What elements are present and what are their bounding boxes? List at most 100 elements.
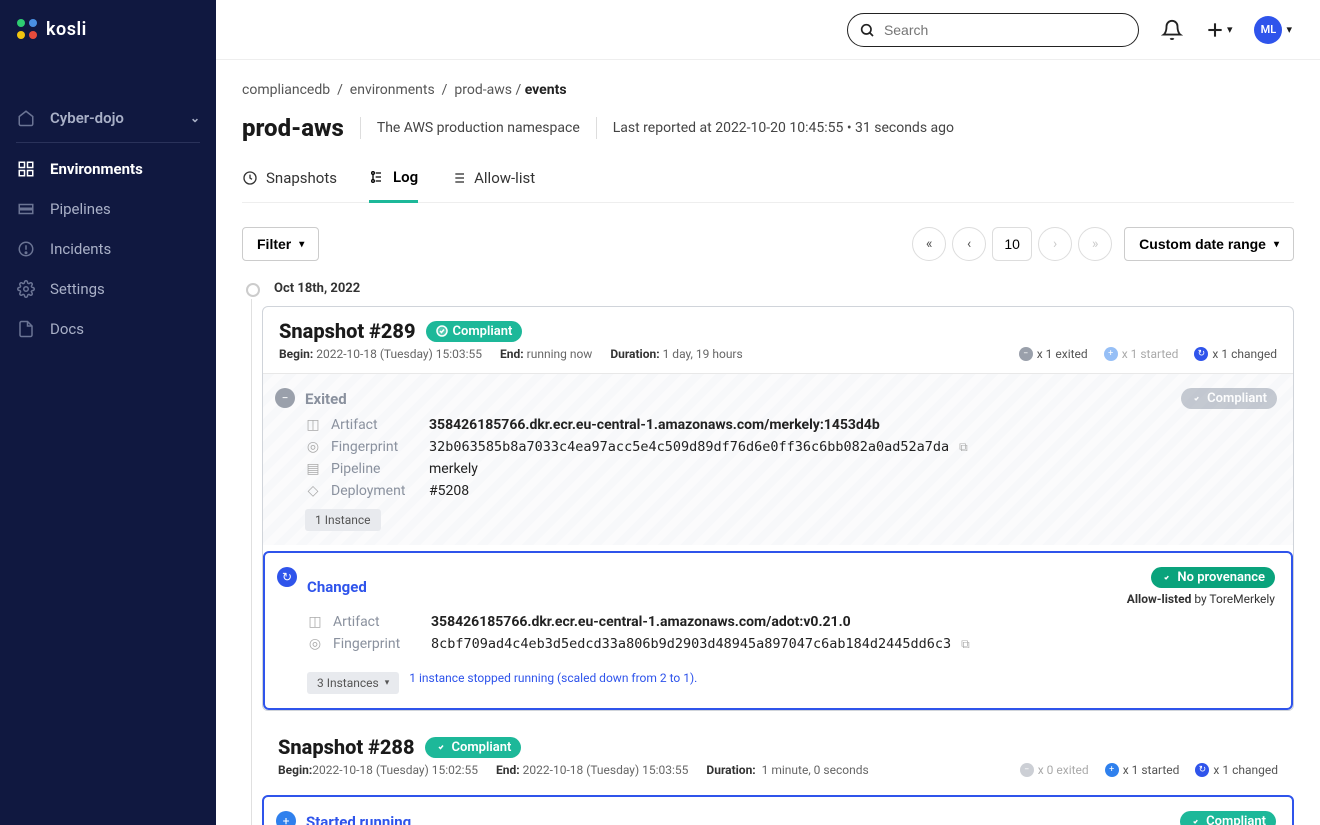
pipeline-icon: ▤ [305, 461, 321, 477]
filter-label: Filter [257, 236, 291, 252]
artifact-link[interactable]: 358426185766.dkr.ecr.eu-central-1.amazon… [429, 417, 880, 433]
stat-changed: ↻x 1 changed [1194, 347, 1277, 361]
change-icon: ↻ [1195, 763, 1209, 777]
tab-label: Snapshots [266, 169, 337, 187]
gear-icon [16, 279, 36, 299]
clock-icon [242, 170, 258, 186]
instance-note: 1 instance stopped running (scaled down … [409, 671, 697, 685]
tab-label: Log [393, 168, 418, 186]
sidebar-item-settings[interactable]: Settings [0, 269, 216, 309]
topbar: ▾ ML ▾ [216, 0, 1320, 60]
status-badge: Compliant [425, 737, 522, 758]
pipeline-icon [16, 199, 36, 219]
event-started: + Started running Compliant ◫Art [262, 795, 1294, 825]
fingerprint-value: 8cbf709ad4c4eb3d5edcd33a806b9d2903d48945… [431, 636, 951, 652]
sidebar-item-docs[interactable]: Docs [0, 309, 216, 349]
pager: « ‹ › » [912, 227, 1112, 261]
copy-button[interactable]: ⧉ [961, 637, 970, 652]
breadcrumb-env[interactable]: prod-aws [454, 82, 512, 98]
document-icon [16, 319, 36, 339]
sidebar-item-label: Docs [50, 320, 84, 338]
plus-icon: + [1104, 347, 1118, 361]
check-icon [435, 741, 447, 753]
snapshot-title[interactable]: Snapshot #289 [279, 319, 416, 343]
search-input[interactable] [847, 13, 1139, 47]
page-number-input[interactable] [992, 227, 1032, 261]
main-area: ▾ ML ▾ compliancedb / environments / pro… [216, 0, 1320, 825]
snapshot-title[interactable]: Snapshot #288 [278, 735, 415, 759]
sidebar-item-label: Incidents [50, 240, 111, 258]
page-prev-button[interactable]: ‹ [952, 227, 986, 261]
pipeline-link[interactable]: merkely [429, 461, 478, 477]
page-description: The AWS production namespace [377, 120, 580, 136]
minus-icon: − [1020, 763, 1034, 777]
breadcrumb-section[interactable]: environments [350, 82, 435, 98]
last-reported: Last reported at 2022-10-20 10:45:55 • 3… [613, 120, 954, 136]
workspace-switcher[interactable]: Cyber-dojo ⌄ [16, 98, 200, 143]
brand-name: kosli [46, 19, 87, 40]
tab-log[interactable]: Log [369, 160, 418, 203]
event-changed: ↻ Changed No provenance Allow-listed by … [263, 551, 1293, 710]
list-icon [450, 170, 466, 186]
stat-started: +x 1 started [1105, 763, 1180, 777]
tag-icon: ◇ [305, 483, 321, 499]
divider [360, 117, 361, 139]
sidebar-item-label: Environments [50, 160, 143, 178]
search-icon [859, 22, 875, 38]
sidebar-item-pipelines[interactable]: Pipelines [0, 189, 216, 229]
status-badge: Compliant [1180, 811, 1276, 825]
tab-label: Allow-list [474, 169, 535, 187]
notifications-button[interactable] [1161, 19, 1183, 41]
stat-started: +x 1 started [1104, 347, 1179, 361]
status-badge: No provenance [1151, 567, 1275, 588]
timeline: Oct 18th, 2022 Snapshot #289 Compliant B [242, 281, 1294, 825]
change-icon: ↻ [1194, 347, 1208, 361]
artifact-link[interactable]: 358426185766.dkr.ecr.eu-central-1.amazon… [431, 614, 851, 630]
event-title: Exited [305, 390, 347, 408]
sidebar-item-label: Settings [50, 280, 105, 298]
workspace-name: Cyber-dojo [50, 109, 124, 127]
check-icon [436, 325, 448, 337]
chevron-down-icon: ▾ [299, 239, 304, 250]
fingerprint-icon: ◎ [305, 439, 321, 455]
grid-icon [16, 159, 36, 179]
page-first-button[interactable]: « [912, 227, 946, 261]
snapshot-header: Snapshot #288 Compliant Begin:2022-10-18… [262, 723, 1294, 789]
filter-button[interactable]: Filter ▾ [242, 227, 319, 261]
plus-icon: + [1105, 763, 1119, 777]
fingerprint-value: 32b063585b8a7033c4ea97acc5e4c509d89df76d… [429, 439, 949, 455]
add-button[interactable]: ▾ [1205, 20, 1233, 40]
page-title: prod-aws [242, 114, 344, 142]
instance-count-dropdown[interactable]: 3 Instances [307, 672, 399, 694]
daterange-button[interactable]: Custom date range ▾ [1124, 227, 1294, 261]
snapshot-header: Snapshot #289 Compliant Begin: 2022-10-1… [263, 307, 1293, 373]
user-menu[interactable]: ML ▾ [1254, 16, 1292, 44]
event-title: Started running [306, 813, 411, 825]
breadcrumb: compliancedb / environments / prod-aws /… [242, 82, 1294, 98]
page-last-button[interactable]: » [1078, 227, 1112, 261]
fingerprint-icon: ◎ [307, 636, 323, 652]
breadcrumb-org[interactable]: compliancedb [242, 82, 330, 98]
copy-button[interactable]: ⧉ [959, 440, 968, 455]
search-box [847, 13, 1139, 47]
alert-icon [16, 239, 36, 259]
tab-snapshots[interactable]: Snapshots [242, 160, 337, 202]
chevron-down-icon: ▾ [1286, 23, 1292, 36]
minus-icon: − [1019, 347, 1033, 361]
stat-changed: ↻x 1 changed [1195, 763, 1278, 777]
box-icon: ◫ [307, 614, 323, 630]
sidebar-item-incidents[interactable]: Incidents [0, 229, 216, 269]
tab-allowlist[interactable]: Allow-list [450, 160, 535, 202]
minus-circle-icon: − [275, 388, 295, 408]
snapshot-card: Snapshot #288 Compliant Begin:2022-10-18… [262, 723, 1294, 825]
primary-nav: Cyber-dojo ⌄ Environments Pipelines Inc [0, 98, 216, 349]
log-icon [369, 169, 385, 185]
brand-logo[interactable]: kosli [0, 0, 216, 58]
deployment-link[interactable]: #5208 [429, 483, 469, 499]
sidebar-item-environments[interactable]: Environments [0, 149, 216, 189]
instance-count: 1 Instance [305, 509, 381, 531]
event-exited: − Exited Compliant ◫Artifact3584 [263, 373, 1293, 545]
page-next-button[interactable]: › [1038, 227, 1072, 261]
plus-circle-icon: + [276, 811, 296, 825]
logo-icon [16, 18, 38, 40]
